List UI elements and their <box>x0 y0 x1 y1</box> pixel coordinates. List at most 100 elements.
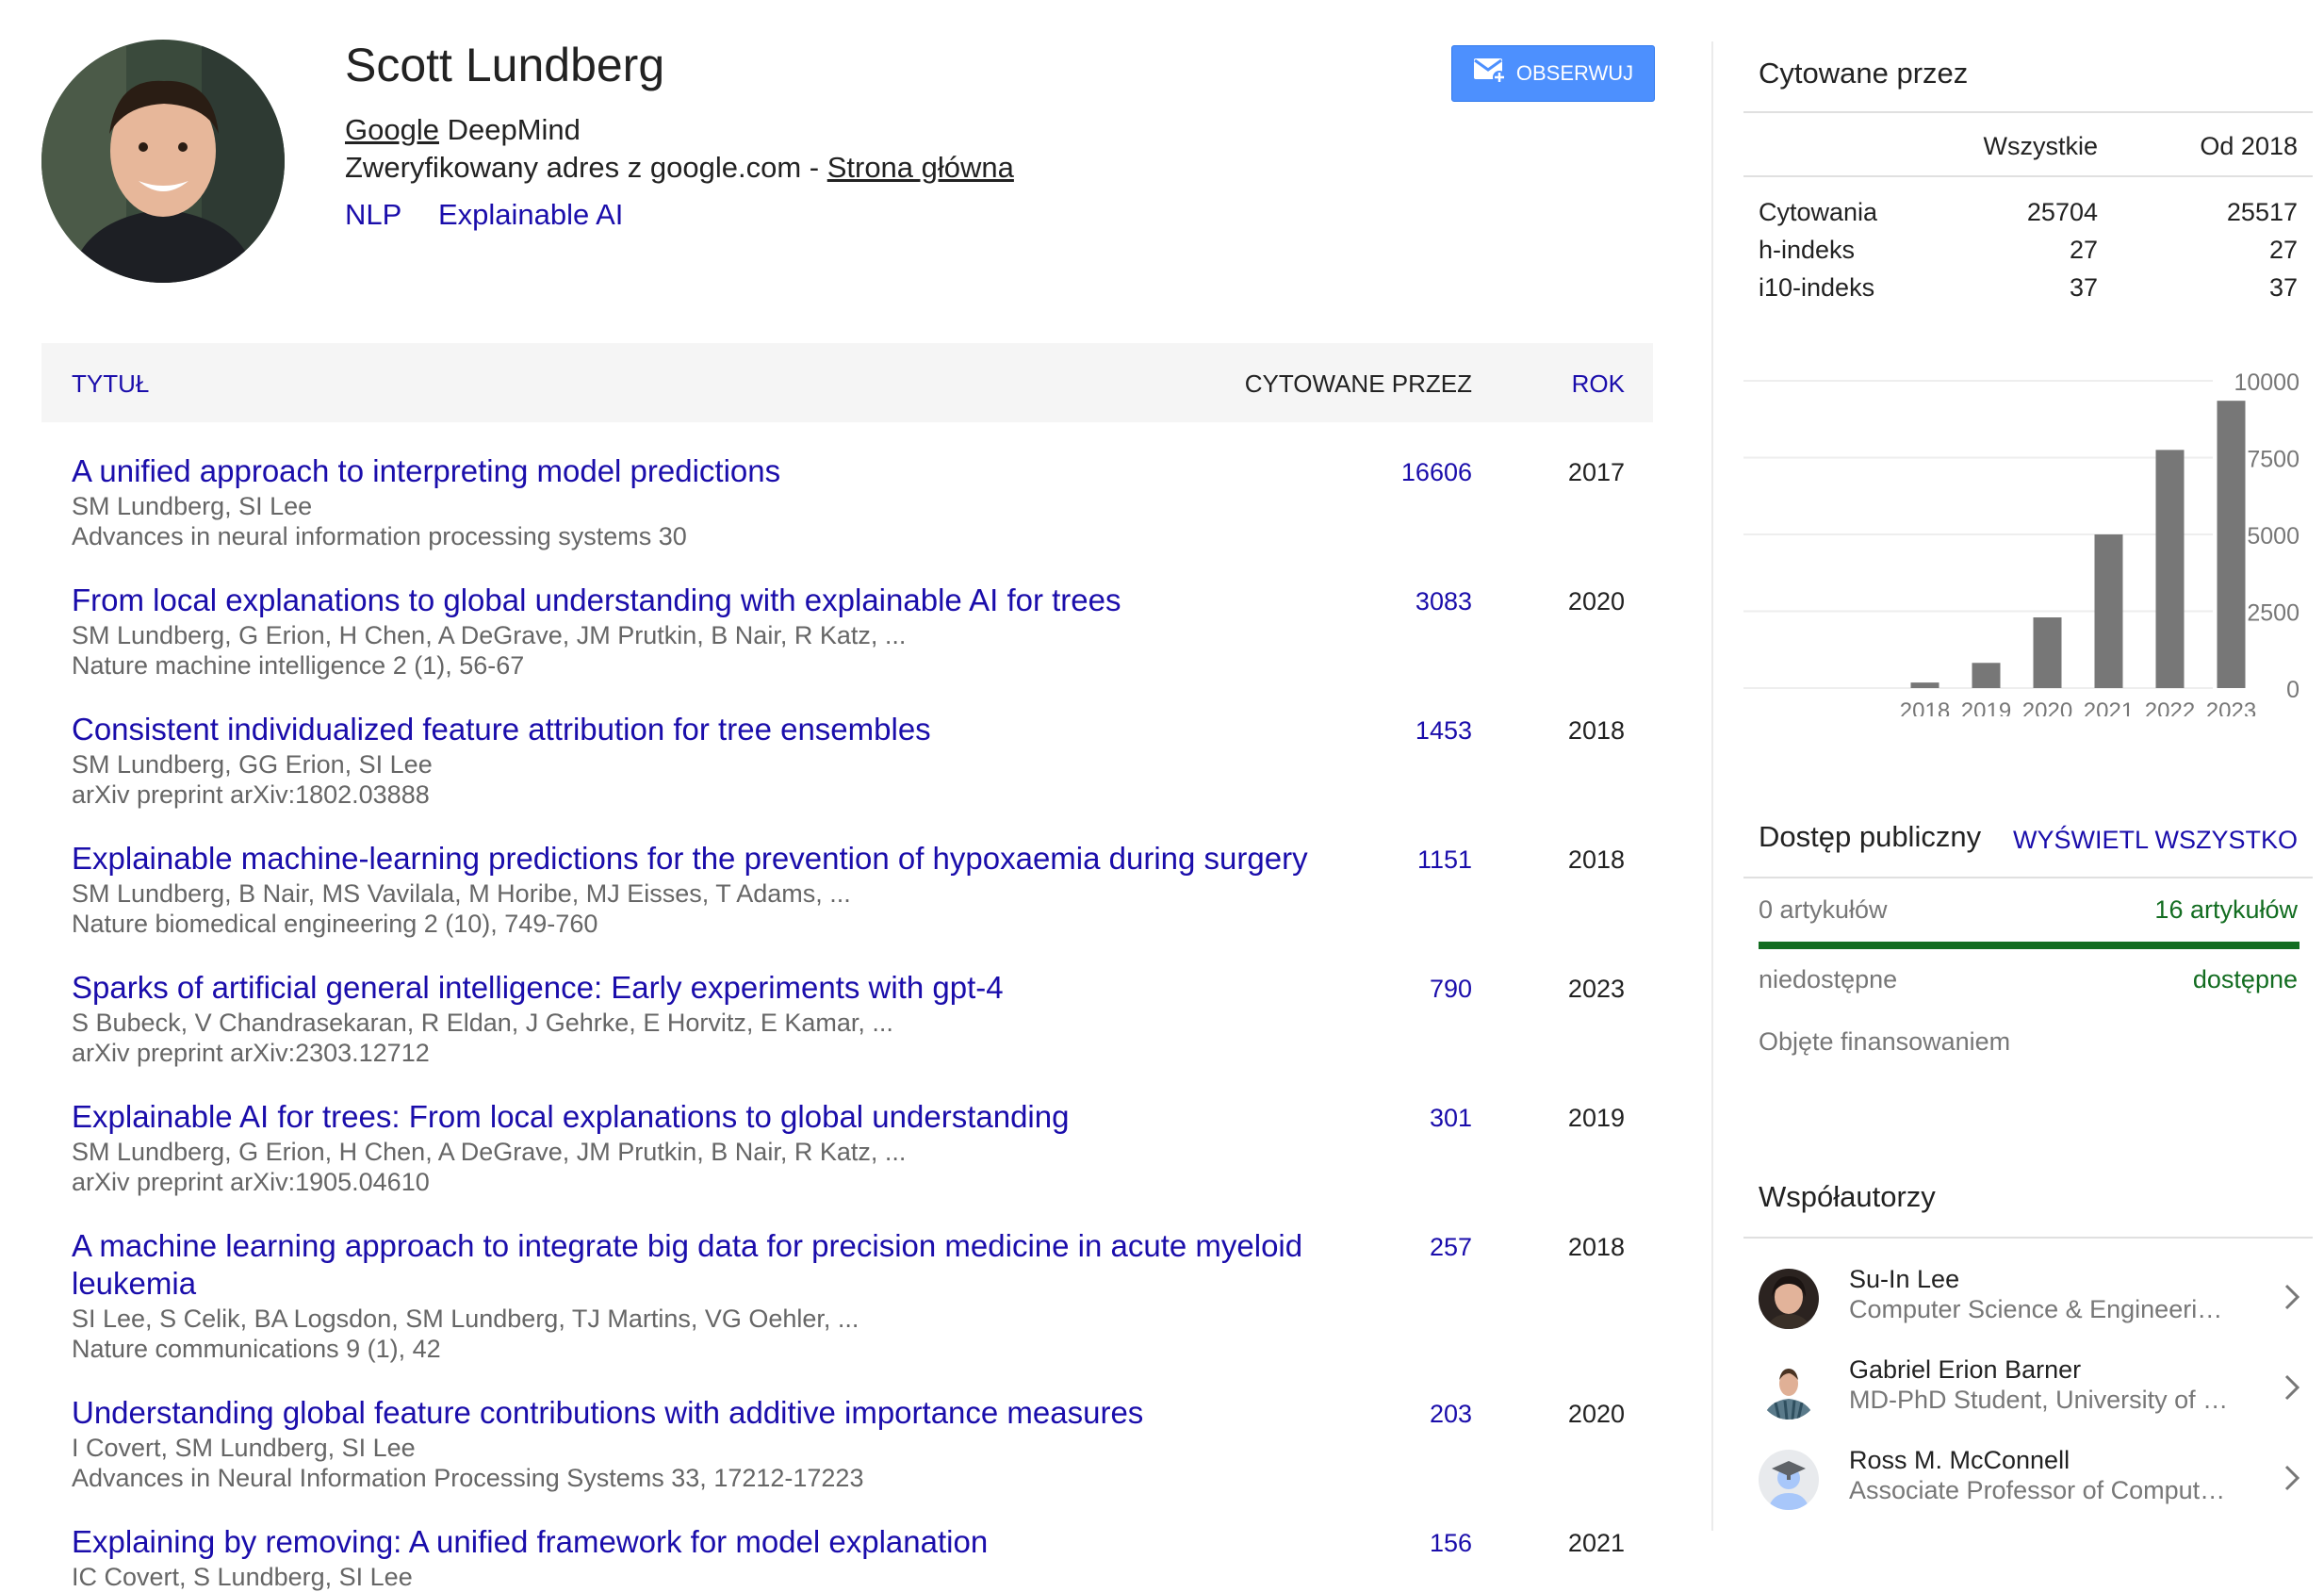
interest-explainable-ai[interactable]: Explainable AI <box>438 198 623 231</box>
stat-since: 37 <box>2268 273 2298 302</box>
article-authors: SM Lundberg, G Erion, H Chen, A DeGrave,… <box>72 621 907 649</box>
sidebar: Cytowane przez Wszystkie Od 2018 Cytowan… <box>1743 0 2313 1584</box>
column-divider <box>1711 41 1713 1531</box>
stat-since: 27 <box>2268 236 2298 264</box>
coauthor-avatar <box>1759 1450 1819 1510</box>
article-citations[interactable]: 257 <box>1430 1233 1472 1262</box>
chart-x-tick-label: 2020 <box>2022 698 2072 716</box>
profile-main: Scott Lundberg OBSERWUJ Google DeepMind … <box>0 0 1687 1591</box>
divider <box>1743 877 2313 878</box>
chart-y-tick-label: 10000 <box>2234 369 2299 396</box>
chart-bar <box>2155 450 2185 688</box>
article-year: 2018 <box>1567 716 1625 745</box>
stat-all: 27 <box>2069 236 2098 264</box>
affiliation-org-link[interactable]: Google <box>345 113 439 146</box>
affiliation-rest: DeepMind <box>438 113 581 146</box>
chart-x-tick-label: 2021 <box>2084 698 2134 716</box>
article-citations[interactable]: 1453 <box>1416 716 1472 746</box>
chart-bar <box>1910 682 1939 688</box>
article-venue: arXiv preprint arXiv:2303.12712 <box>72 1039 430 1067</box>
article-citations[interactable]: 301 <box>1430 1104 1472 1133</box>
article-venue: Nature machine intelligence 2 (1), 56-67 <box>72 651 525 680</box>
public-access-heading: Dostęp publiczny <box>1759 820 1982 853</box>
chevron-right-icon <box>2283 1461 2301 1500</box>
chart-bar <box>2033 617 2062 688</box>
coauthors-heading: Współautorzy <box>1759 1180 1936 1213</box>
stat-label: i10-indeks <box>1759 273 1875 302</box>
article-year: 2017 <box>1567 458 1625 486</box>
interest-nlp[interactable]: NLP <box>345 198 401 231</box>
divider <box>1743 1237 2313 1239</box>
sort-by-title[interactable]: TYTUŁ <box>72 369 149 399</box>
article-citations[interactable]: 1151 <box>1417 845 1472 875</box>
article-venue: Advances in Neural Information Processin… <box>72 1464 864 1492</box>
chart-y-tick-label: 5000 <box>2247 523 2299 550</box>
homepage-link[interactable]: Strona główna <box>827 151 1014 184</box>
article-year: 2021 <box>1567 1529 1625 1557</box>
article-title[interactable]: Explainable machine-learning predictions… <box>72 840 1316 878</box>
citations-per-year-chart: 0 2500 5000 7500 10000 2018 2019 2020 2021 2022 20… <box>1743 369 2299 716</box>
article-citations[interactable]: 790 <box>1430 975 1472 1004</box>
article-title[interactable]: Understanding global feature contributio… <box>72 1394 1316 1432</box>
divider <box>1743 175 2313 177</box>
article-year: 2020 <box>1567 587 1625 615</box>
article-title[interactable]: A unified approach to interpreting model… <box>72 452 1316 490</box>
chart-x-tick-label: 2022 <box>2145 698 2195 716</box>
chart-bar <box>2094 534 2123 688</box>
article-citations[interactable]: 16606 <box>1401 458 1472 487</box>
profile-name: Scott Lundberg <box>345 39 665 91</box>
chart-y-tick-label: 2500 <box>2247 600 2299 627</box>
stat-all: 37 <box>2069 273 2098 302</box>
article-year: 2020 <box>1567 1400 1625 1428</box>
article-title[interactable]: Explainable AI for trees: From local exp… <box>72 1098 1316 1136</box>
article-title[interactable]: From local explanations to global unders… <box>72 582 1316 619</box>
col-since-header: Od 2018 <box>2200 132 2298 160</box>
coauthor-desc: Computer Science & Engineering… <box>1849 1295 2235 1323</box>
articles-table-header: TYTUŁ CYTOWANE PRZEZ ROK <box>41 343 1653 422</box>
coauthor-item[interactable]: Su-In Lee Computer Science & Engineering… <box>1743 1259 2313 1350</box>
chevron-right-icon <box>2283 1280 2301 1319</box>
coauthor-item[interactable]: Gabriel Erion Barner MD-PhD Student, Uni… <box>1743 1350 2313 1440</box>
stat-since: 25517 <box>2226 198 2298 226</box>
chart-y-tick-label: 0 <box>2286 677 2299 703</box>
research-interests: NLP Explainable AI <box>345 198 651 232</box>
chart-y-tick-label: 7500 <box>2247 447 2299 473</box>
coauthor-avatar <box>1759 1359 1819 1420</box>
article-venue: Nature communications 9 (1), 42 <box>72 1335 441 1363</box>
sort-by-citations[interactable]: CYTOWANE PRZEZ <box>1245 369 1472 399</box>
article-title[interactable]: A machine learning approach to integrate… <box>72 1227 1316 1303</box>
available-count[interactable]: 16 artykułów <box>2154 895 2298 925</box>
coauthor-desc: Associate Professor of Computer… <box>1849 1476 2235 1504</box>
article-venue: arXiv preprint arXiv:1905.04610 <box>72 1168 430 1196</box>
article-authors: S Bubeck, V Chandrasekaran, R Eldan, J G… <box>72 1009 893 1037</box>
article-citations[interactable]: 3083 <box>1416 587 1472 616</box>
view-all-link[interactable]: WYŚWIETL WSZYSTKO <box>2013 826 2298 855</box>
article-year: 2018 <box>1567 1233 1625 1261</box>
coauthor-item[interactable]: Ross M. McConnell Associate Professor of… <box>1743 1440 2313 1531</box>
follow-button[interactable]: OBSERWUJ <box>1451 45 1655 102</box>
unavailable-label: niedostępne <box>1759 965 1898 993</box>
chart-bar <box>2217 401 2246 688</box>
col-all-header: Wszystkie <box>1983 132 2099 160</box>
email-plus-icon <box>1473 57 1507 90</box>
article-authors: SM Lundberg, B Nair, MS Vavilala, M Hori… <box>72 879 851 908</box>
affiliation: Google DeepMind <box>345 113 581 147</box>
article-citations[interactable]: 156 <box>1430 1529 1472 1558</box>
public-access-bar <box>1759 942 2299 949</box>
unavailable-count[interactable]: 0 artykułów <box>1759 895 1888 925</box>
article-year: 2019 <box>1567 1104 1625 1132</box>
chart-bar <box>1972 663 2001 688</box>
available-label: dostępne <box>2192 965 2298 993</box>
article-citations[interactable]: 203 <box>1430 1400 1472 1429</box>
article-authors: SM Lundberg, G Erion, H Chen, A DeGrave,… <box>72 1138 907 1166</box>
article-authors: SM Lundberg, SI Lee <box>72 492 313 520</box>
article-title[interactable]: Sparks of artificial general intelligenc… <box>72 969 1316 1007</box>
coauthor-desc: MD-PhD Student, University of … <box>1849 1386 2229 1414</box>
follow-label: OBSERWUJ <box>1515 61 1634 85</box>
coauthor-name: Ross M. McConnell <box>1849 1446 2070 1474</box>
article-year: 2018 <box>1567 845 1625 874</box>
article-venue: Advances in neural information processin… <box>72 522 687 550</box>
article-title[interactable]: Explaining by removing: A unified framew… <box>72 1523 1316 1561</box>
sort-by-year[interactable]: ROK <box>1572 369 1625 399</box>
article-title[interactable]: Consistent individualized feature attrib… <box>72 711 1316 748</box>
